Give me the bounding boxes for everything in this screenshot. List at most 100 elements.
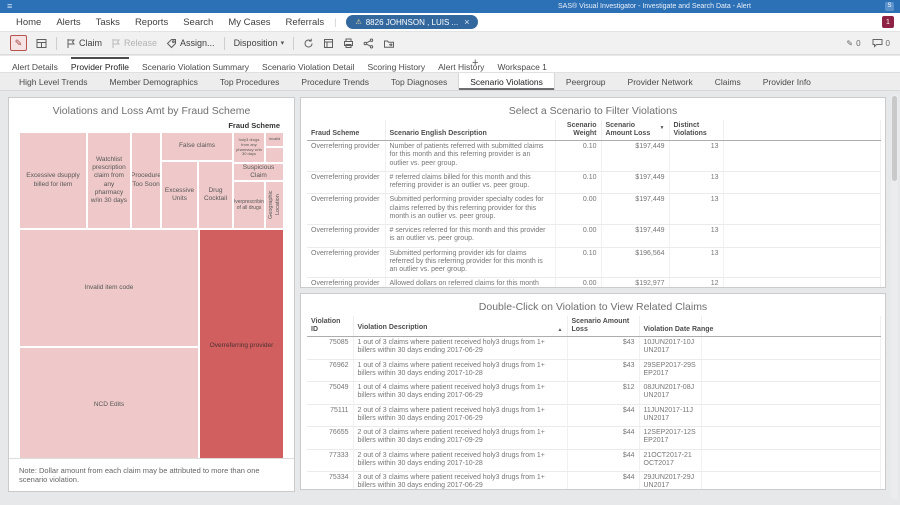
primary-tab[interactable]: Scoring History xyxy=(368,57,426,72)
cell-filler xyxy=(723,193,881,226)
close-icon[interactable]: × xyxy=(464,17,469,27)
cell-description: Submitted performing provider specialty … xyxy=(385,193,556,226)
table-row[interactable]: Overreferring provider Submitted perform… xyxy=(307,247,881,279)
cell-distinct-violations: 13 xyxy=(669,247,724,279)
secondary-tab[interactable]: Top Procedures xyxy=(209,73,291,90)
table-row[interactable]: 75111 2 out of 3 claims where patient re… xyxy=(307,404,881,428)
disposition-dropdown[interactable]: Disposition ▾ xyxy=(234,38,285,48)
menu-item[interactable]: Referrals xyxy=(286,17,325,28)
cell-filler xyxy=(701,359,881,383)
assign-button[interactable]: Assign... xyxy=(166,38,215,49)
edit-count[interactable]: ✎ 0 xyxy=(846,39,860,48)
violations-table-header-row: Violation ID ▲ Violation Description Sce… xyxy=(307,316,881,338)
scrollbar-thumb[interactable] xyxy=(892,96,897,181)
column-header-weight[interactable]: Scenario Weight xyxy=(555,120,602,142)
table-row[interactable]: 76962 1 out of 3 claims where patient re… xyxy=(307,359,881,383)
open-alert-tab[interactable]: ⚠ 8826 JOHNSON , LUIS ... × xyxy=(346,15,479,29)
print-icon[interactable] xyxy=(343,38,354,49)
table-row[interactable]: 75049 1 out of 4 claims where patient re… xyxy=(307,381,881,405)
treemap-tile[interactable]: Geographic Location xyxy=(266,182,283,228)
menu-item[interactable]: My Cases xyxy=(228,17,270,28)
column-header-violation-id[interactable]: Violation ID xyxy=(307,316,354,338)
treemap-tile[interactable]: False claims xyxy=(162,133,232,160)
table-row[interactable]: 75334 3 out of 3 claims where patient re… xyxy=(307,471,881,489)
primary-tab[interactable]: Provider Profile xyxy=(70,56,129,72)
secondary-tab[interactable]: Scenario Violations xyxy=(458,73,555,90)
secondary-tab[interactable]: Procedure Trends xyxy=(290,73,380,90)
notification-badge[interactable]: 1 xyxy=(882,16,894,28)
cell-distinct-violations: 13 xyxy=(669,171,724,195)
hamburger-menu-icon[interactable]: ≡ xyxy=(7,0,12,13)
primary-tab[interactable]: Scenario Violation Detail xyxy=(262,57,354,72)
treemap: Excessive dsupply billed for item Watchl… xyxy=(20,133,283,463)
primary-tab[interactable]: Scenario Violation Summary xyxy=(142,57,249,72)
column-header-scenario-amount-loss[interactable]: Scenario Amount Loss xyxy=(567,316,640,338)
treemap-tile[interactable]: holy3 drugs from any pharmacy w/in 30 da… xyxy=(234,133,264,162)
export-icon[interactable] xyxy=(383,38,395,49)
menu-item[interactable]: Alerts xyxy=(56,17,80,28)
table-row[interactable]: 75085 1 out of 3 claims where patient re… xyxy=(307,336,881,360)
add-tab-button[interactable]: + xyxy=(470,57,478,69)
cell-distinct-violations: 13 xyxy=(669,193,724,226)
table-row[interactable]: 76655 2 out of 3 claims where patient re… xyxy=(307,426,881,450)
secondary-tab[interactable]: High Level Trends xyxy=(8,73,99,90)
treemap-tile[interactable]: Excessive dsupply billed for item xyxy=(20,133,86,228)
toolbar: ✎ Claim Release Assign... Disposition ▾ xyxy=(0,32,900,55)
table-row[interactable]: Overreferring provider Number of patient… xyxy=(307,140,881,172)
cell-filler xyxy=(701,471,881,489)
user-chip[interactable]: S xyxy=(885,2,894,11)
column-header-distinct-violations[interactable]: Distinct Violations xyxy=(669,120,724,142)
column-header-violation-date-range[interactable]: Violation Date Range xyxy=(639,316,713,338)
column-header-amount-loss[interactable]: ▼ Scenario Amount Loss xyxy=(601,120,670,142)
secondary-tab[interactable]: Member Demographics xyxy=(99,73,209,90)
cell-filler xyxy=(723,247,881,279)
secondary-tab[interactable]: Peergroup xyxy=(555,73,617,90)
cell-description: # services referred for this month and t… xyxy=(385,224,556,248)
cell-scenario-amount-loss: $44 xyxy=(567,449,640,473)
primary-tab[interactable]: Workspace 1 xyxy=(497,57,546,72)
cell-amount-loss: $192,977 xyxy=(601,277,670,287)
primary-tab[interactable]: Alert Details xyxy=(12,57,58,72)
edit-pencil-button[interactable]: ✎ xyxy=(10,35,27,51)
column-header-fraud-scheme[interactable]: Fraud Scheme xyxy=(307,120,386,142)
menu-item[interactable]: Search xyxy=(183,17,213,28)
claim-button[interactable]: Claim xyxy=(66,38,102,49)
table-row[interactable]: Overreferring provider # referred claims… xyxy=(307,171,881,195)
column-header-description[interactable]: Scenario English Description xyxy=(385,120,556,142)
comment-count[interactable]: 0 xyxy=(872,38,890,48)
treemap-tile[interactable] xyxy=(266,148,283,162)
treemap-tile[interactable]: Suspicious Claim xyxy=(234,164,283,180)
table-row[interactable]: Overreferring provider # services referr… xyxy=(307,224,881,248)
table-row[interactable]: Overreferring provider Allowed dollars o… xyxy=(307,277,881,287)
share-icon[interactable] xyxy=(363,38,374,49)
treemap-tile[interactable]: NCD Edits xyxy=(20,348,198,463)
menu-item[interactable]: Home xyxy=(16,17,41,28)
cell-violation-id: 75049 xyxy=(307,381,354,405)
table-row[interactable]: 77333 2 out of 3 claims where patient re… xyxy=(307,449,881,473)
report-icon[interactable] xyxy=(323,38,334,49)
toolbar-divider xyxy=(56,36,57,50)
treemap-tile[interactable]: Watchlist prescription claim from any ph… xyxy=(88,133,130,228)
treemap-tile[interactable]: Overreferring provider xyxy=(200,230,283,463)
secondary-tab[interactable]: Provider Info xyxy=(752,73,822,90)
treemap-tile[interactable]: Overprescribing of all drugs xyxy=(234,182,264,228)
flag-icon xyxy=(67,38,75,48)
violations-table-panel: Double-Click on Violation to View Relate… xyxy=(300,293,886,490)
treemap-tile[interactable]: Invalid xyxy=(266,133,283,146)
secondary-tab[interactable]: Provider Network xyxy=(617,73,704,90)
menu-item[interactable]: Tasks xyxy=(96,17,120,28)
column-header-violation-description[interactable]: ▲ Violation Description xyxy=(353,316,568,338)
treemap-tile[interactable]: Excessive Units xyxy=(162,162,197,228)
treemap-tile[interactable]: Procedure Too Soon xyxy=(132,133,160,228)
treemap-tile[interactable]: Drug Cocktail xyxy=(199,162,232,228)
cell-violation-date-range: 10JUN2017-10JUN2017 xyxy=(639,336,702,360)
vertical-scrollbar[interactable] xyxy=(891,94,898,499)
treemap-tile[interactable]: Invalid item code xyxy=(20,230,198,346)
menu-item[interactable]: Reports xyxy=(135,17,168,28)
layout-grid-icon[interactable] xyxy=(36,38,47,49)
refresh-icon[interactable] xyxy=(303,38,314,49)
table-row[interactable]: Overreferring provider Submitted perform… xyxy=(307,193,881,226)
menu-separator: | xyxy=(334,17,337,27)
secondary-tab[interactable]: Top Diagnoses xyxy=(380,73,458,90)
secondary-tab[interactable]: Claims xyxy=(704,73,752,90)
